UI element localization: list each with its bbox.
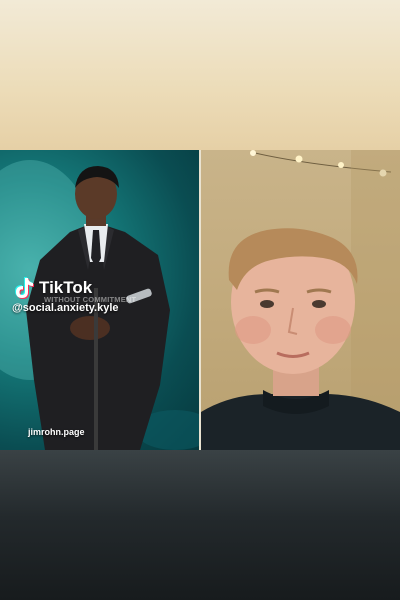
creator-figure: [201, 150, 400, 450]
tiktok-badge: TikTok: [14, 277, 92, 299]
tiktok-label: TikTok: [39, 278, 93, 297]
top-background: [0, 0, 400, 150]
tiktok-icon: [14, 277, 34, 299]
left-video-panel[interactable]: WITHOUT COMMITMENT TikTok @social.anxiet…: [0, 150, 199, 450]
bottom-background: [0, 450, 400, 600]
right-video-panel[interactable]: [201, 150, 400, 450]
tiktok-username: @social.anxiety.kyle: [12, 302, 119, 314]
source-watermark: jimrohn.page: [28, 427, 85, 437]
